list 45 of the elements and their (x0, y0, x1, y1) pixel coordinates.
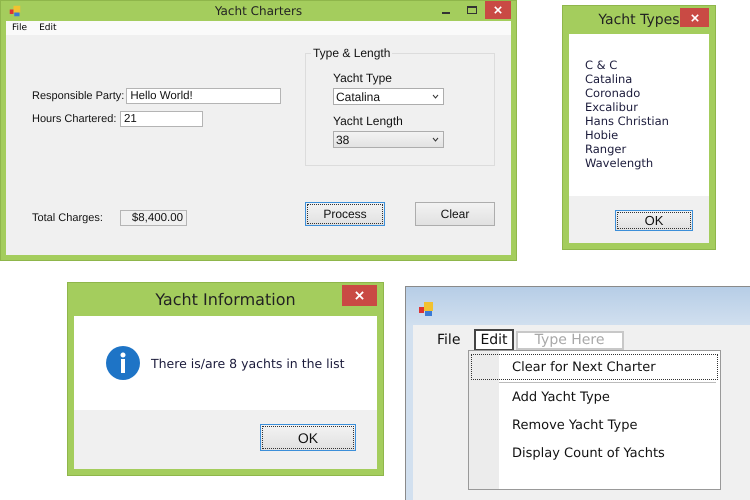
combo-label: Yacht Type (333, 71, 392, 85)
menu-item[interactable]: File (12, 23, 28, 33)
close-button[interactable] (680, 8, 709, 27)
text-field[interactable]: Hello World! (126, 88, 282, 104)
action-button[interactable]: Process (305, 202, 385, 226)
total-output: $8,400.00 (120, 210, 187, 226)
close-button[interactable] (485, 1, 511, 19)
list-item: Coronado (585, 86, 640, 100)
menu-option[interactable]: Clear for Next Charter (471, 354, 718, 380)
menu-item[interactable]: File (431, 329, 466, 351)
menu-option[interactable]: Remove Yacht Type (471, 412, 718, 438)
combo-box[interactable]: Catalina (333, 88, 444, 105)
field-label: Hours Chartered: (32, 113, 118, 125)
combo-label: Yacht Length (333, 114, 403, 128)
menu-item[interactable]: Edit (474, 329, 514, 351)
app-icon (9, 5, 21, 17)
list-item: C & C (585, 58, 618, 72)
field-label: Responsible Party: (32, 90, 124, 102)
list-item: Ranger (585, 142, 626, 156)
group-title: Type & Length (311, 46, 392, 60)
menu-option[interactable]: Add Yacht Type (471, 384, 718, 410)
ok-button[interactable]: OK (260, 424, 356, 451)
list-item: Hans Christian (585, 114, 669, 128)
close-icon (494, 6, 502, 14)
message-text: There is/are 8 yachts in the list (151, 356, 345, 370)
window-title: Yacht Charters (214, 4, 302, 18)
window-title: Yacht Types (598, 12, 680, 28)
info-icon (106, 346, 140, 380)
combo-box[interactable]: 38 (333, 131, 444, 148)
text-field[interactable]: 21 (120, 111, 203, 127)
action-button[interactable]: Clear (415, 202, 495, 226)
total-label: Total Charges: (32, 212, 104, 224)
list-item: Catalina (585, 72, 632, 86)
menu-item[interactable]: Edit (39, 23, 56, 33)
list-item: Wavelength (585, 156, 654, 170)
close-icon (355, 291, 364, 300)
close-icon (690, 14, 698, 22)
window-title: Yacht Information (155, 290, 296, 309)
close-button[interactable] (342, 285, 377, 306)
list-item: Hobie (585, 128, 618, 142)
menu-option[interactable]: Display Count of Yachts (471, 440, 718, 466)
maximize-icon (467, 6, 477, 14)
app-icon (418, 301, 434, 317)
list-item: Excalibur (585, 100, 638, 114)
ok-button[interactable]: OK (615, 210, 693, 231)
